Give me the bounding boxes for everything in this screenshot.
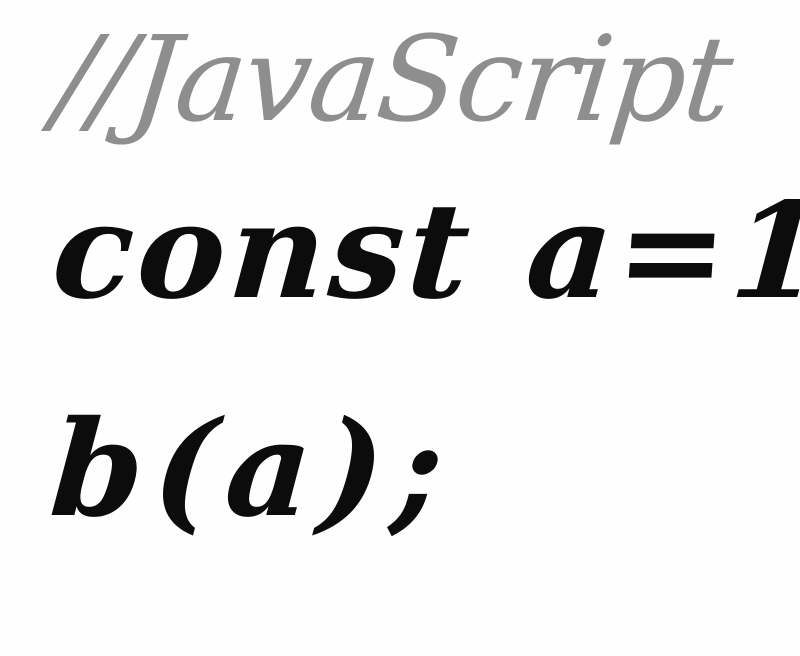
code-line-declaration: const a=1;: [48, 174, 800, 329]
assignment-expression: a=1;: [521, 174, 800, 329]
handwritten-note-sheet: //JavaScript const a=1; b(a);: [0, 0, 800, 656]
code-comment-line: //JavaScript: [48, 10, 738, 148]
const-keyword: const: [48, 174, 479, 329]
code-line-function-call: b(a);: [46, 392, 459, 547]
